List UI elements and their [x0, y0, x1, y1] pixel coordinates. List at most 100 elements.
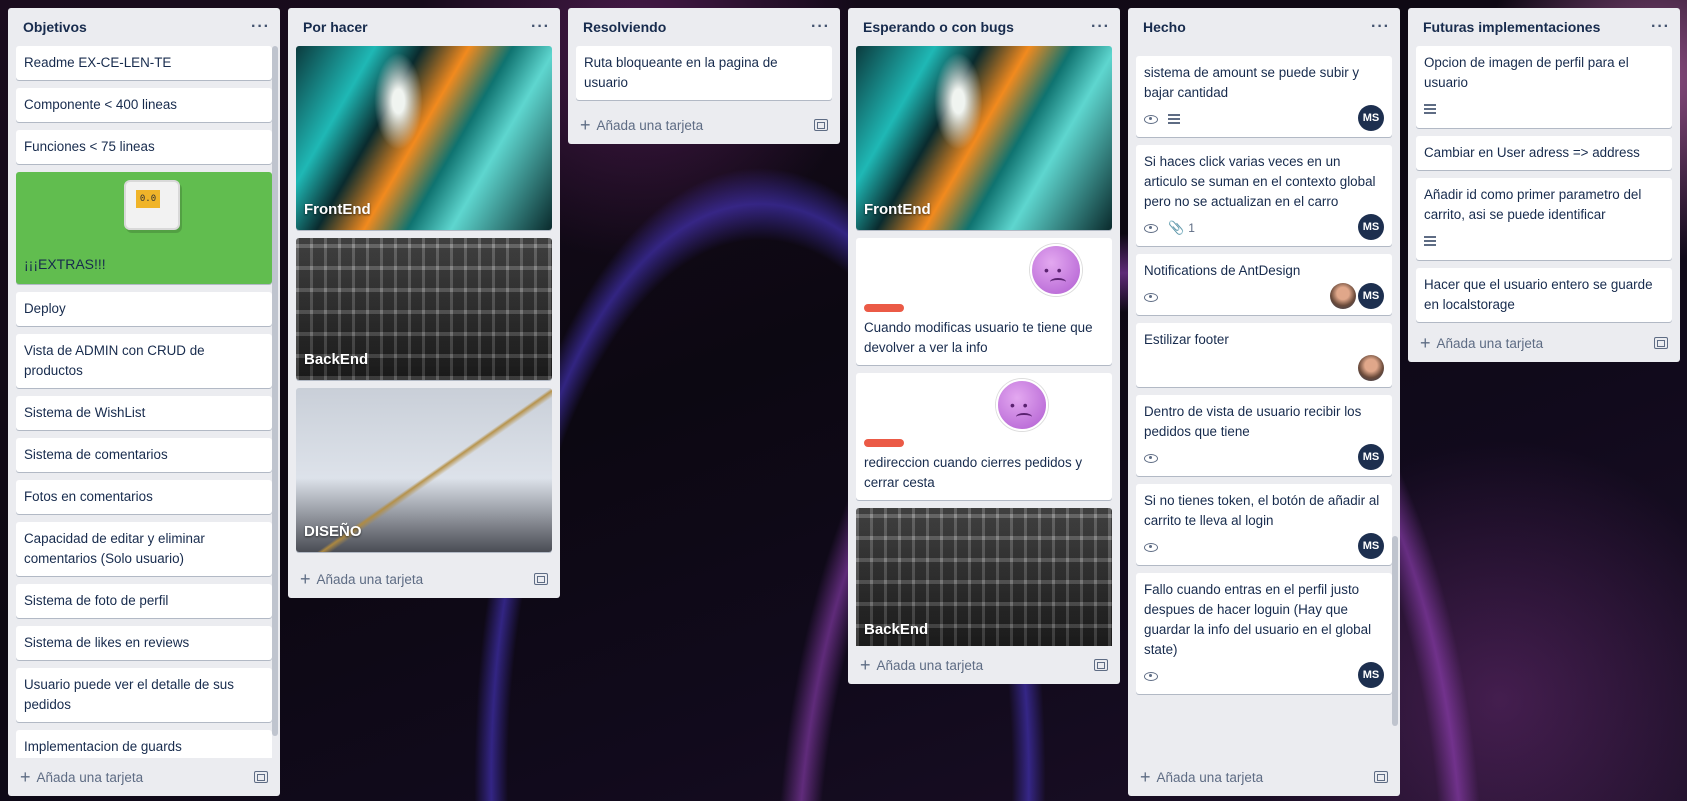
card-extras[interactable]: ¡¡¡EXTRAS!!!: [16, 172, 272, 284]
card[interactable]: Notifications de AntDesign MS: [1136, 254, 1392, 315]
card-title: Hacer que el usuario entero se guarde en…: [1424, 277, 1653, 312]
attachment-badge: 📎 1: [1168, 218, 1195, 238]
list-title[interactable]: Futuras implementaciones: [1423, 19, 1600, 35]
card-badges: [1144, 107, 1384, 131]
card[interactable]: redireccion cuando cierres pedidos y cer…: [856, 373, 1112, 500]
card-cover[interactable]: DISEÑO: [296, 388, 552, 552]
template-icon[interactable]: [534, 573, 548, 585]
card[interactable]: Ruta bloqueante en la pagina de usuario: [576, 46, 832, 100]
card[interactable]: Opcion de imagen de perfil para el usuar…: [1416, 46, 1672, 128]
add-card-button[interactable]: + Añada una tarjeta: [20, 768, 143, 786]
eye-icon: [1144, 292, 1158, 302]
template-icon[interactable]: [254, 771, 268, 783]
card-list: FrontEnd BackEnd DISEÑO: [288, 46, 560, 560]
label-red[interactable]: [864, 304, 904, 312]
scrollbar[interactable]: [1392, 536, 1398, 726]
card[interactable]: Usuario puede ver el detalle de sus pedi…: [16, 668, 272, 722]
list-header[interactable]: Hecho ···: [1128, 8, 1400, 46]
card-title: Sistema de WishList: [24, 405, 146, 420]
avatar[interactable]: MS: [1358, 533, 1384, 559]
card[interactable]: Si no tienes token, el botón de añadir a…: [1136, 484, 1392, 565]
list-header[interactable]: Por hacer ···: [288, 8, 560, 46]
dots-icon[interactable]: ···: [1091, 18, 1110, 36]
card[interactable]: sistema de amount se puede subir y bajar…: [1136, 56, 1392, 137]
template-icon[interactable]: [1654, 337, 1668, 349]
add-card-label: Añada una tarjeta: [1436, 335, 1544, 351]
add-card-button[interactable]: + Añada una tarjeta: [580, 116, 703, 134]
card[interactable]: Si haces click varias veces en un articu…: [1136, 145, 1392, 246]
card[interactable]: Sistema de comentarios: [16, 438, 272, 472]
template-icon[interactable]: [1374, 771, 1388, 783]
list-header[interactable]: Esperando o con bugs ···: [848, 8, 1120, 46]
card-title: Dentro de vista de usuario recibir los p…: [1144, 404, 1362, 439]
card-title: Fallo cuando entras en el perfil justo d…: [1144, 582, 1372, 657]
card-cover[interactable]: BackEnd: [856, 508, 1112, 646]
list-header[interactable]: Futuras implementaciones ···: [1408, 8, 1680, 46]
card-cover[interactable]: FrontEnd: [296, 46, 552, 230]
avatar[interactable]: MS: [1358, 283, 1384, 309]
card[interactable]: Cambiar en User adress => address: [1416, 136, 1672, 170]
list-esperando: Esperando o con bugs ··· FrontEnd Cuando…: [848, 8, 1120, 684]
card-list: Opcion de imagen de perfil para el usuar…: [1408, 46, 1680, 324]
list-footer: + Añada una tarjeta: [8, 758, 280, 796]
dots-icon[interactable]: ···: [811, 18, 830, 36]
add-card-button[interactable]: + Añada una tarjeta: [860, 656, 983, 674]
card[interactable]: Capacidad de editar y eliminar comentari…: [16, 522, 272, 576]
list-futuras: Futuras implementaciones ··· Opcion de i…: [1408, 8, 1680, 362]
card[interactable]: Añadir id como primer parametro del carr…: [1416, 178, 1672, 260]
card[interactable]: Fotos en comentarios: [16, 480, 272, 514]
card[interactable]: Readme EX-CE-LEN-TE: [16, 46, 272, 80]
card[interactable]: Sistema de likes en reviews: [16, 626, 272, 660]
avatar[interactable]: MS: [1358, 214, 1384, 240]
card[interactable]: Sistema de foto de perfil: [16, 584, 272, 618]
card[interactable]: Funciones < 75 lineas: [16, 130, 272, 164]
list-title[interactable]: Esperando o con bugs: [863, 19, 1014, 35]
add-card-button[interactable]: + Añada una tarjeta: [1140, 768, 1263, 786]
card[interactable]: Hacer que el usuario entero se guarde en…: [1416, 268, 1672, 322]
card[interactable]: Sistema de WishList: [16, 396, 272, 430]
template-icon[interactable]: [814, 119, 828, 131]
avatar-photo[interactable]: [1330, 283, 1356, 309]
card[interactable]: Fallo cuando entras en el perfil justo d…: [1136, 573, 1392, 694]
card-title: ¡¡¡EXTRAS!!!: [24, 256, 106, 272]
list-title[interactable]: Hecho: [1143, 19, 1186, 35]
card-title: Funciones < 75 lineas: [24, 139, 155, 154]
template-icon[interactable]: [1094, 659, 1108, 671]
avatar-photo[interactable]: [1358, 355, 1384, 381]
avatar[interactable]: MS: [1358, 444, 1384, 470]
list-header[interactable]: Resolviendo ···: [568, 8, 840, 46]
eye-icon: [1144, 114, 1158, 124]
card-cover[interactable]: FrontEnd: [856, 46, 1112, 230]
description-icon: [1424, 104, 1436, 114]
avatar[interactable]: MS: [1358, 105, 1384, 131]
card-title: DISEÑO: [304, 523, 362, 540]
list-title[interactable]: Resolviendo: [583, 19, 666, 35]
scrollbar[interactable]: [272, 46, 278, 736]
dots-icon[interactable]: ···: [531, 18, 550, 36]
card-title: Sistema de comentarios: [24, 447, 168, 462]
card-members: MS: [1358, 214, 1384, 240]
add-card-button[interactable]: + Añada una tarjeta: [1420, 334, 1543, 352]
card[interactable]: Estilizar footer: [1136, 323, 1392, 387]
card[interactable]: Deploy: [16, 292, 272, 326]
list-title[interactable]: Objetivos: [23, 19, 87, 35]
dots-icon[interactable]: ···: [1371, 18, 1390, 36]
card[interactable]: Componente < 400 lineas: [16, 88, 272, 122]
card-title: Si haces click varias veces en un articu…: [1144, 154, 1376, 209]
dots-icon[interactable]: ···: [1651, 18, 1670, 36]
card-list: FrontEnd Cuando modificas usuario te tie…: [848, 46, 1120, 646]
avatar[interactable]: MS: [1358, 662, 1384, 688]
label-red[interactable]: [864, 439, 904, 447]
card-cover[interactable]: BackEnd: [296, 238, 552, 380]
card[interactable]: Implementacion de guards: [16, 730, 272, 758]
card-members: MS: [1358, 444, 1384, 470]
card-members: [1358, 355, 1384, 381]
add-card-button[interactable]: + Añada una tarjeta: [300, 570, 423, 588]
list-title[interactable]: Por hacer: [303, 19, 368, 35]
card[interactable]: Dentro de vista de usuario recibir los p…: [1136, 395, 1392, 476]
list-header[interactable]: Objetivos ···: [8, 8, 280, 46]
card[interactable]: Vista de ADMIN con CRUD de productos: [16, 334, 272, 388]
card-title: Implementacion de guards: [24, 739, 182, 754]
card[interactable]: Cuando modificas usuario te tiene que de…: [856, 238, 1112, 365]
dots-icon[interactable]: ···: [251, 18, 270, 36]
